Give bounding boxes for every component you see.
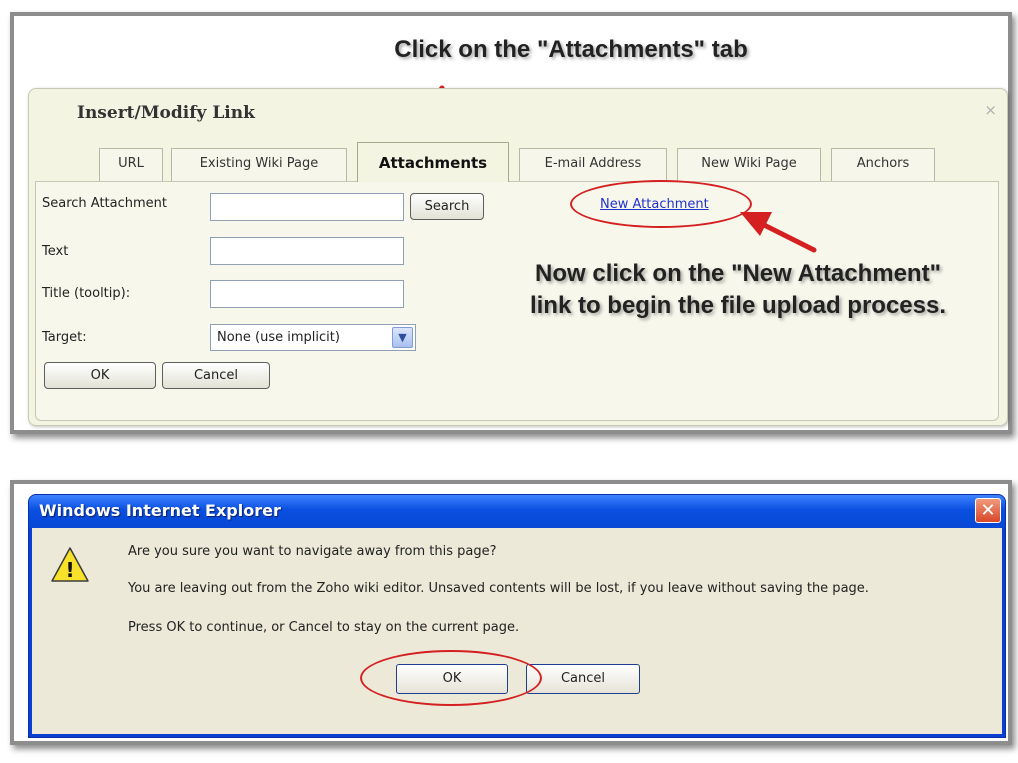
tab-url[interactable]: URL [99, 148, 163, 181]
cancel-button[interactable]: Cancel [162, 362, 270, 389]
tab-anchors[interactable]: Anchors [831, 148, 935, 181]
search-attachment-input[interactable] [210, 193, 404, 221]
insert-link-dialog: Insert/Modify Link × URL Existing Wiki P… [28, 88, 1008, 426]
highlight-ring [570, 180, 752, 228]
message-line-1: Are you sure you want to navigate away f… [128, 544, 497, 559]
search-button[interactable]: Search [410, 193, 484, 220]
link-pointer-arrow-icon [740, 212, 817, 253]
tab-new-wiki-page[interactable]: New Wiki Page [677, 148, 821, 181]
text-label: Text [42, 244, 69, 259]
warning-icon: ! [51, 547, 89, 582]
window-title: Windows Internet Explorer [39, 501, 281, 520]
step1-screenshot-panel: Click on the "Attachments" tab Insert/Mo… [10, 12, 1012, 434]
close-icon[interactable]: ✕ [975, 498, 1001, 523]
target-select-value: None (use implicit) [217, 330, 340, 345]
message-line-2: You are leaving out from the Zoho wiki e… [128, 581, 869, 596]
message-line-3: Press OK to continue, or Cancel to stay … [128, 620, 520, 635]
instruction-note: Now click on the "New Attachment" link t… [529, 260, 947, 319]
ie-confirm-dialog: Windows Internet Explorer ✕ ! Are you su… [28, 494, 1006, 738]
text-input[interactable] [210, 237, 404, 265]
dialog-title: Insert/Modify Link [77, 103, 255, 123]
search-attachment-label: Search Attachment [42, 196, 168, 211]
attachments-tab-panel: Search Attachment Search Text Title (too… [35, 180, 999, 421]
tab-email-address[interactable]: E-mail Address [519, 148, 667, 181]
ie-dialog-body: ! Are you sure you want to navigate away… [32, 528, 1002, 734]
warning-glyph: ! [65, 558, 74, 582]
close-icon[interactable]: × [984, 101, 997, 119]
tab-existing-wiki-page[interactable]: Existing Wiki Page [171, 148, 347, 181]
tooltip-input[interactable] [210, 280, 404, 308]
ok-button[interactable]: OK [44, 362, 156, 389]
step2-screenshot-panel: Windows Internet Explorer ✕ ! Are you su… [10, 480, 1012, 745]
chevron-down-icon[interactable]: ▼ [392, 327, 413, 348]
ie-titlebar: Windows Internet Explorer ✕ [29, 495, 1005, 528]
target-select[interactable]: None (use implicit) ▼ [210, 324, 416, 351]
instruction-title: Click on the "Attachments" tab [394, 36, 748, 63]
target-label: Target: [42, 330, 87, 345]
highlight-ring [360, 650, 542, 706]
tooltip-label: Title (tooltip): [42, 286, 131, 301]
tab-attachments[interactable]: Attachments [357, 142, 509, 182]
cancel-button[interactable]: Cancel [526, 664, 640, 694]
